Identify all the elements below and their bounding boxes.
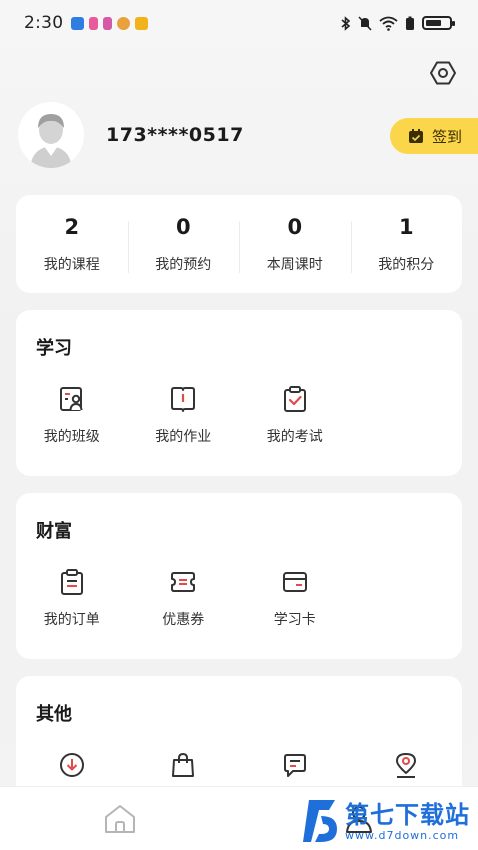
grid-item-my-orders[interactable]: 我的订单	[16, 567, 128, 629]
tab-home[interactable]	[0, 787, 239, 850]
download-icon	[57, 750, 87, 780]
grid-item-my-class[interactable]: 我的班级	[16, 384, 128, 446]
other-grid	[16, 750, 462, 780]
grid-item-my-homework[interactable]: 我的作业	[128, 384, 240, 446]
bluetooth-icon	[341, 15, 351, 31]
wealth-section: 财富 我的订单 优惠券 学习卡	[16, 493, 462, 659]
signin-button[interactable]: 签到	[390, 118, 478, 154]
watermark: 第七下载站 www.d7down.com	[301, 798, 470, 844]
weibo-icon	[117, 16, 131, 30]
notification-icons	[71, 16, 149, 30]
status-bar: 2:30	[0, 0, 478, 46]
grid-item-downloads[interactable]	[16, 750, 128, 780]
stat-courses[interactable]: 2 我的课程	[16, 215, 128, 274]
grid-item-coupons[interactable]: 优惠券	[128, 567, 240, 629]
profile-header[interactable]: 173****0517	[18, 102, 244, 168]
grid-label: 我的考试	[266, 429, 323, 445]
grid-item-location[interactable]	[351, 750, 463, 780]
homework-book-icon	[168, 384, 198, 414]
learn-grid: 我的班级 我的作业 我的考试	[16, 384, 462, 446]
settings-hexagon-icon	[430, 61, 456, 85]
watermark-url: www.d7down.com	[345, 828, 460, 842]
order-clipboard-icon	[57, 567, 87, 597]
grid-label: 我的作业	[155, 429, 212, 445]
status-time: 2:30	[24, 13, 64, 33]
stat-value: 0	[287, 214, 303, 239]
stat-weekly-hours[interactable]: 0 本周课时	[239, 215, 351, 274]
shield-app-icon	[71, 16, 85, 30]
class-icon	[57, 384, 87, 414]
calendar-check-icon	[409, 129, 423, 143]
grid-label: 我的班级	[43, 429, 100, 445]
watermark-text: 第七下载站 www.d7down.com	[345, 801, 470, 842]
stat-label: 我的积分	[378, 256, 435, 273]
watermark-logo-icon	[303, 800, 337, 842]
learn-section: 学习 我的班级 我的作业 我的考试	[16, 310, 462, 476]
stat-label: 我的课程	[43, 256, 100, 273]
grid-item-my-exam[interactable]: 我的考试	[239, 384, 351, 446]
stat-value: 0	[175, 214, 191, 239]
study-card-icon	[280, 567, 310, 597]
section-title: 其他	[36, 704, 72, 725]
home-icon	[104, 804, 135, 833]
system-icons	[341, 15, 455, 31]
signin-label: 签到	[432, 127, 463, 146]
section-title: 财富	[36, 521, 72, 542]
grid-item-messages[interactable]	[239, 750, 351, 780]
message-icon	[280, 750, 310, 780]
mute-icon	[358, 15, 372, 31]
app-icon-yellow	[135, 16, 149, 30]
shopping-bag-icon	[168, 750, 198, 780]
wealth-grid: 我的订单 优惠券 学习卡	[16, 567, 462, 629]
app-icon-pink	[89, 16, 99, 30]
wifi-icon	[379, 16, 398, 31]
exam-clipboard-icon	[280, 384, 310, 414]
grid-label: 优惠券	[162, 612, 205, 628]
stat-label: 本周课时	[266, 256, 323, 273]
stats-card: 2 我的课程 0 我的预约 0 本周课时 1 我的积分	[16, 195, 462, 293]
default-avatar-icon	[18, 102, 84, 168]
stat-label: 我的预约	[155, 256, 212, 273]
grid-item-study-card[interactable]: 学习卡	[239, 567, 351, 629]
settings-button[interactable]	[428, 58, 458, 88]
battery-saver-icon	[406, 16, 414, 30]
grid-item-shop[interactable]	[128, 750, 240, 780]
grid-label: 我的订单	[43, 612, 100, 628]
stat-appointments[interactable]: 0 我的预约	[127, 214, 240, 274]
user-phone: 173****0517	[106, 124, 244, 146]
stat-value: 1	[398, 214, 414, 239]
grid-label: 学习卡	[273, 612, 316, 628]
stat-value: 2	[64, 214, 80, 239]
app-icon-pink-2	[103, 16, 113, 30]
watermark-title: 第七下载站	[345, 800, 470, 829]
section-title: 学习	[36, 338, 72, 359]
location-pin-icon	[391, 750, 421, 780]
avatar[interactable]	[18, 102, 84, 168]
battery-icon	[422, 16, 455, 30]
coupon-icon	[168, 567, 198, 597]
stat-points[interactable]: 1 我的积分	[350, 214, 463, 274]
